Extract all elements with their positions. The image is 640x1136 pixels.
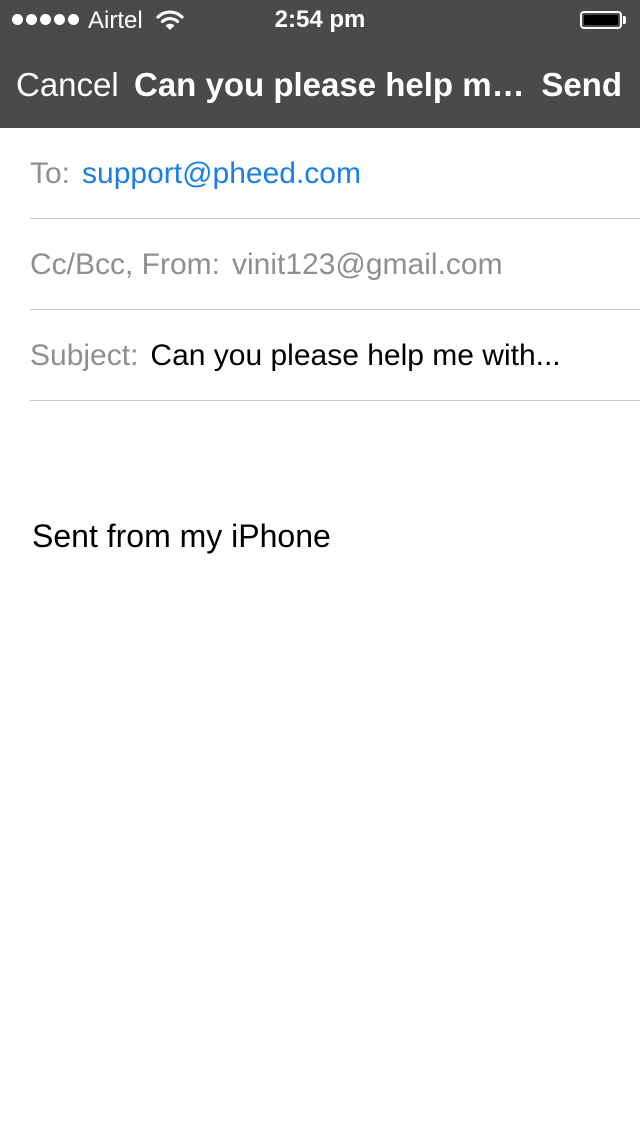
nav-title: Can you please help me with...	[134, 66, 530, 103]
message-body-signature[interactable]: Sent from my iPhone	[32, 516, 331, 556]
battery-level-fill	[584, 15, 618, 25]
mail-compose-screen: Airtel 2:54 pm Cancel Can you please hel…	[0, 0, 640, 1136]
top-bar: Airtel 2:54 pm Cancel Can you please hel…	[0, 0, 640, 128]
to-recipient[interactable]: support@pheed.com	[82, 157, 361, 191]
subject-label: Subject:	[30, 338, 139, 372]
battery-icon	[580, 11, 622, 29]
subject-input[interactable]: Can you please help me with...	[150, 339, 560, 373]
cc-bcc-from-label: Cc/Bcc, From:	[30, 247, 221, 281]
to-field-row[interactable]: To: support@pheed.com	[30, 129, 640, 219]
subject-field-row[interactable]: Subject: Can you please help me with...	[30, 311, 640, 401]
send-button[interactable]: Send	[541, 66, 622, 104]
status-bar: Airtel 2:54 pm	[0, 0, 640, 40]
battery-tip	[623, 16, 626, 24]
cc-bcc-from-row[interactable]: Cc/Bcc, From: vinit123@gmail.com	[30, 220, 640, 310]
status-time: 2:54 pm	[274, 6, 366, 33]
to-label: To:	[30, 156, 71, 190]
cancel-button[interactable]: Cancel	[16, 66, 119, 104]
from-address[interactable]: vinit123@gmail.com	[232, 248, 503, 282]
